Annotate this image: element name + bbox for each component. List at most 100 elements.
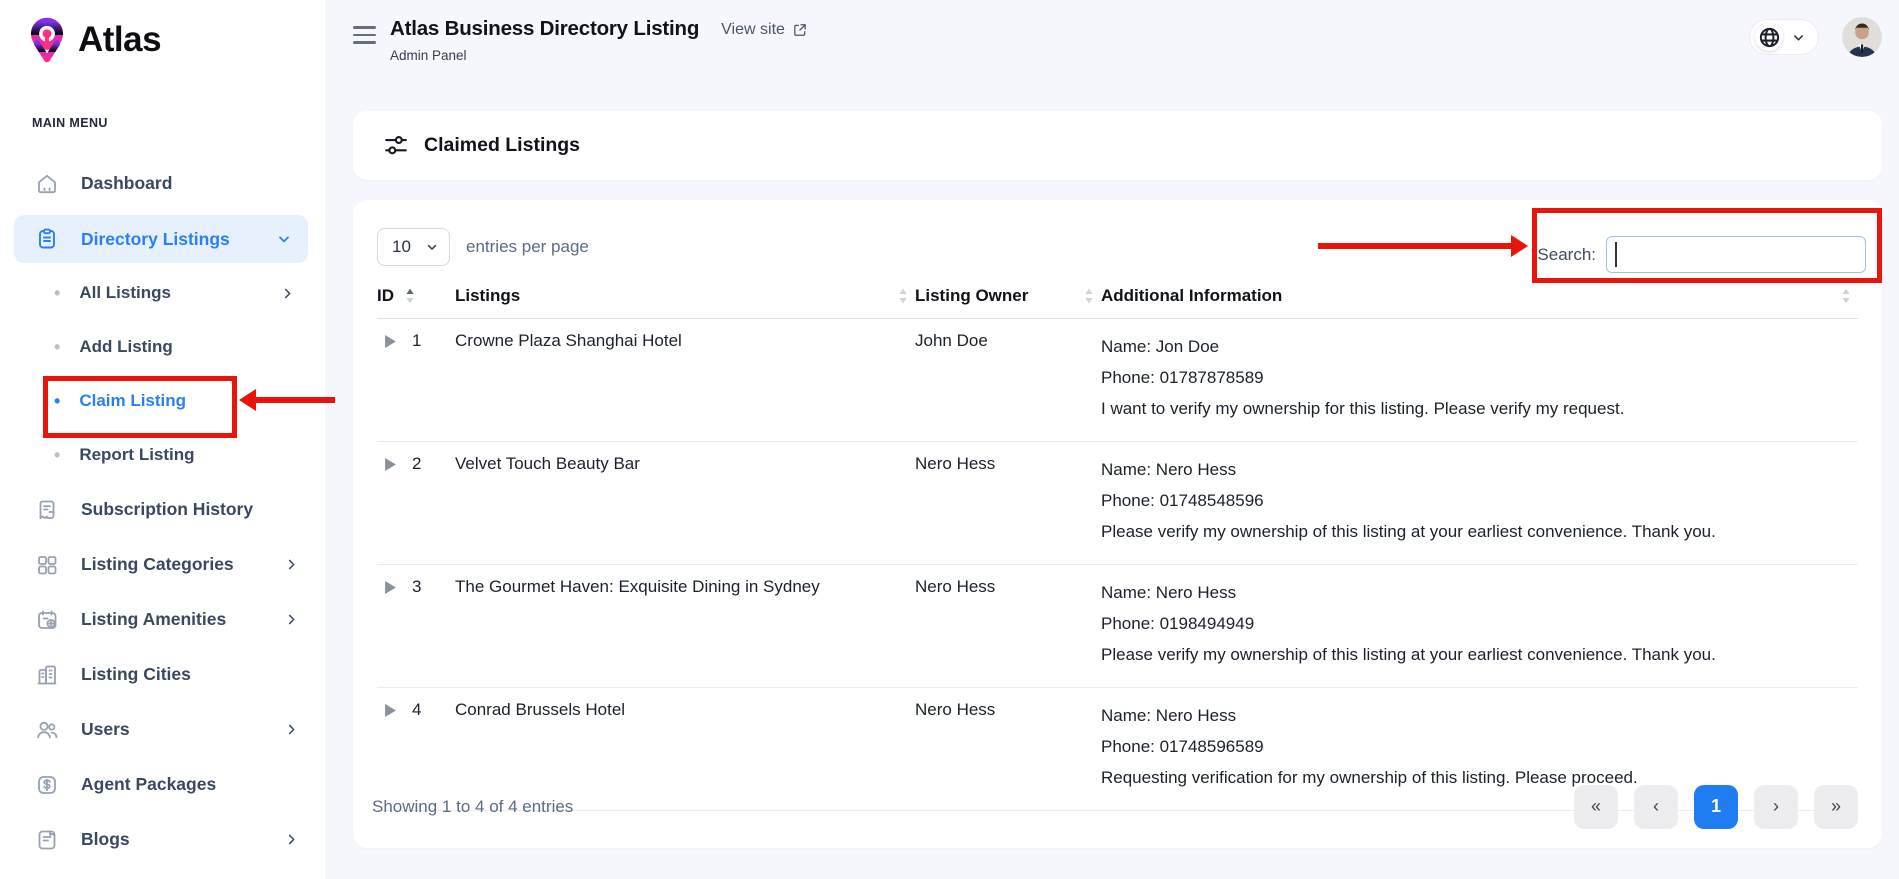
entries-per-page-value: 10 xyxy=(392,237,411,257)
row-id: 4 xyxy=(412,700,421,720)
dollar-icon xyxy=(34,772,60,798)
sidebar-item-label: Blogs xyxy=(81,829,130,850)
row-listing: Crowne Plaza Shanghai Hotel xyxy=(455,319,915,442)
chevron-right-icon xyxy=(284,557,299,572)
sidebar-item-label: Subscription History xyxy=(81,499,253,520)
table-row: 3 The Gourmet Haven: Exquisite Dining in… xyxy=(377,565,1858,688)
sidebar-item-agent-packages[interactable]: Agent Packages xyxy=(0,757,325,812)
sidebar-item-label: Report Listing xyxy=(79,445,194,465)
row-owner: Nero Hess xyxy=(915,442,1101,565)
sidebar-item-label: Listing Categories xyxy=(81,554,234,575)
column-header-listings[interactable]: Listings xyxy=(455,286,915,319)
bullet-icon: • xyxy=(54,446,60,464)
atlas-logo-icon xyxy=(24,16,70,64)
page-title: Atlas Business Directory Listing xyxy=(390,17,699,41)
sidebar-item-directory-listings[interactable]: Directory Listings xyxy=(14,215,308,263)
claimed-listings-table: ID Listings xyxy=(377,286,1858,811)
row-listing: The Gourmet Haven: Exquisite Dining in S… xyxy=(455,565,915,688)
row-listing: Velvet Touch Beauty Bar xyxy=(455,442,915,565)
sort-icon xyxy=(404,287,416,305)
language-selector[interactable] xyxy=(1749,19,1819,55)
row-additional-info: Name: Jon Doe Phone: 01787878589 I want … xyxy=(1101,319,1858,442)
pagination: « ‹ 1 › » xyxy=(1574,785,1858,829)
filters-icon xyxy=(383,133,409,159)
home-icon xyxy=(34,171,60,197)
hamburger-menu-icon[interactable] xyxy=(353,26,376,44)
pagination-page-1-button[interactable]: 1 xyxy=(1694,785,1738,829)
sort-icon xyxy=(897,287,909,305)
entries-per-page-label: entries per page xyxy=(466,237,589,257)
building-icon xyxy=(34,662,60,688)
clipboard-icon xyxy=(34,226,60,252)
row-expander-icon[interactable] xyxy=(385,458,396,471)
pagination-prev-button[interactable]: ‹ xyxy=(1634,785,1678,829)
row-id: 3 xyxy=(412,577,421,597)
annotation-arrow-search-line xyxy=(1318,243,1511,249)
chevron-down-icon xyxy=(425,240,439,254)
annotation-arrow-claim-listing-head xyxy=(239,389,256,411)
users-icon xyxy=(34,717,60,743)
sidebar-item-listing-categories[interactable]: Listing Categories xyxy=(0,537,325,592)
pagination-last-button[interactable]: » xyxy=(1814,785,1858,829)
chevron-right-icon xyxy=(280,286,295,301)
chevron-right-icon xyxy=(284,722,299,737)
sidebar-item-label: Users xyxy=(81,719,130,740)
chevron-right-icon xyxy=(284,832,299,847)
sidebar-item-add-listing[interactable]: • Add Listing xyxy=(0,320,325,374)
sidebar-item-label: Directory Listings xyxy=(81,229,230,250)
sidebar-item-users[interactable]: Users xyxy=(0,702,325,757)
table-row: 2 Velvet Touch Beauty Bar Nero Hess Name… xyxy=(377,442,1858,565)
pagination-first-button[interactable]: « xyxy=(1574,785,1618,829)
sidebar-item-label: Agent Packages xyxy=(81,774,216,795)
entries-summary: Showing 1 to 4 of 4 entries xyxy=(372,797,573,817)
row-expander-icon[interactable] xyxy=(385,704,396,717)
panel-title: Claimed Listings xyxy=(424,134,580,157)
grid-icon xyxy=(34,552,60,578)
sidebar-item-label: Listing Amenities xyxy=(81,609,226,630)
sidebar-item-dashboard[interactable]: Dashboard xyxy=(0,156,325,211)
brand[interactable]: Atlas xyxy=(0,0,325,64)
bullet-icon: • xyxy=(54,338,60,356)
sort-icon xyxy=(1083,287,1095,305)
view-site-label: View site xyxy=(721,21,785,39)
sidebar-item-label: Listing Cities xyxy=(81,664,191,685)
sidebar: Atlas MAIN MENU Dashboard Directory List… xyxy=(0,0,325,879)
menu-section-label: MAIN MENU xyxy=(32,116,325,130)
row-id: 2 xyxy=(412,454,421,474)
topbar: Atlas Business Directory Listing Admin P… xyxy=(353,0,1882,111)
row-owner: John Doe xyxy=(915,319,1101,442)
column-header-listing-owner[interactable]: Listing Owner xyxy=(915,286,1101,319)
brand-name: Atlas xyxy=(78,20,161,60)
sidebar-item-all-listings[interactable]: • All Listings xyxy=(0,266,325,320)
annotation-box-claim-listing xyxy=(43,376,237,438)
chevron-right-icon xyxy=(284,612,299,627)
blog-icon xyxy=(34,827,60,853)
view-site-link[interactable]: View site xyxy=(721,21,808,39)
sidebar-item-listing-cities[interactable]: Listing Cities xyxy=(0,647,325,702)
sidebar-item-blogs[interactable]: Blogs xyxy=(0,812,325,867)
row-additional-info: Name: Nero Hess Phone: 0198494949 Please… xyxy=(1101,565,1858,688)
row-expander-icon[interactable] xyxy=(385,581,396,594)
entries-per-page-select[interactable]: 10 xyxy=(377,228,450,266)
sidebar-item-label: Dashboard xyxy=(81,173,172,194)
column-header-additional-information[interactable]: Additional Information xyxy=(1101,286,1858,319)
row-owner: Nero Hess xyxy=(915,565,1101,688)
annotation-box-search xyxy=(1532,208,1882,283)
sidebar-item-label: Add Listing xyxy=(79,337,172,357)
pagination-next-button[interactable]: › xyxy=(1754,785,1798,829)
user-avatar[interactable] xyxy=(1842,17,1882,57)
row-expander-icon[interactable] xyxy=(385,335,396,348)
globe-icon xyxy=(1755,23,1783,51)
column-header-id[interactable]: ID xyxy=(377,286,455,319)
main-menu: Dashboard Directory Listings • All Listi… xyxy=(0,156,325,867)
annotation-arrow-claim-listing-line xyxy=(255,397,335,403)
sort-icon xyxy=(1840,287,1852,305)
bullet-icon: • xyxy=(54,284,60,302)
sidebar-item-subscription-history[interactable]: Subscription History xyxy=(0,482,325,537)
chevron-down-icon xyxy=(276,231,292,247)
main-content: Atlas Business Directory Listing Admin P… xyxy=(325,0,1899,879)
page-subtitle: Admin Panel xyxy=(390,48,699,63)
table-footer: Showing 1 to 4 of 4 entries « ‹ 1 › » xyxy=(353,765,1882,848)
sidebar-item-listing-amenities[interactable]: Listing Amenities xyxy=(0,592,325,647)
receipt-icon xyxy=(34,497,60,523)
